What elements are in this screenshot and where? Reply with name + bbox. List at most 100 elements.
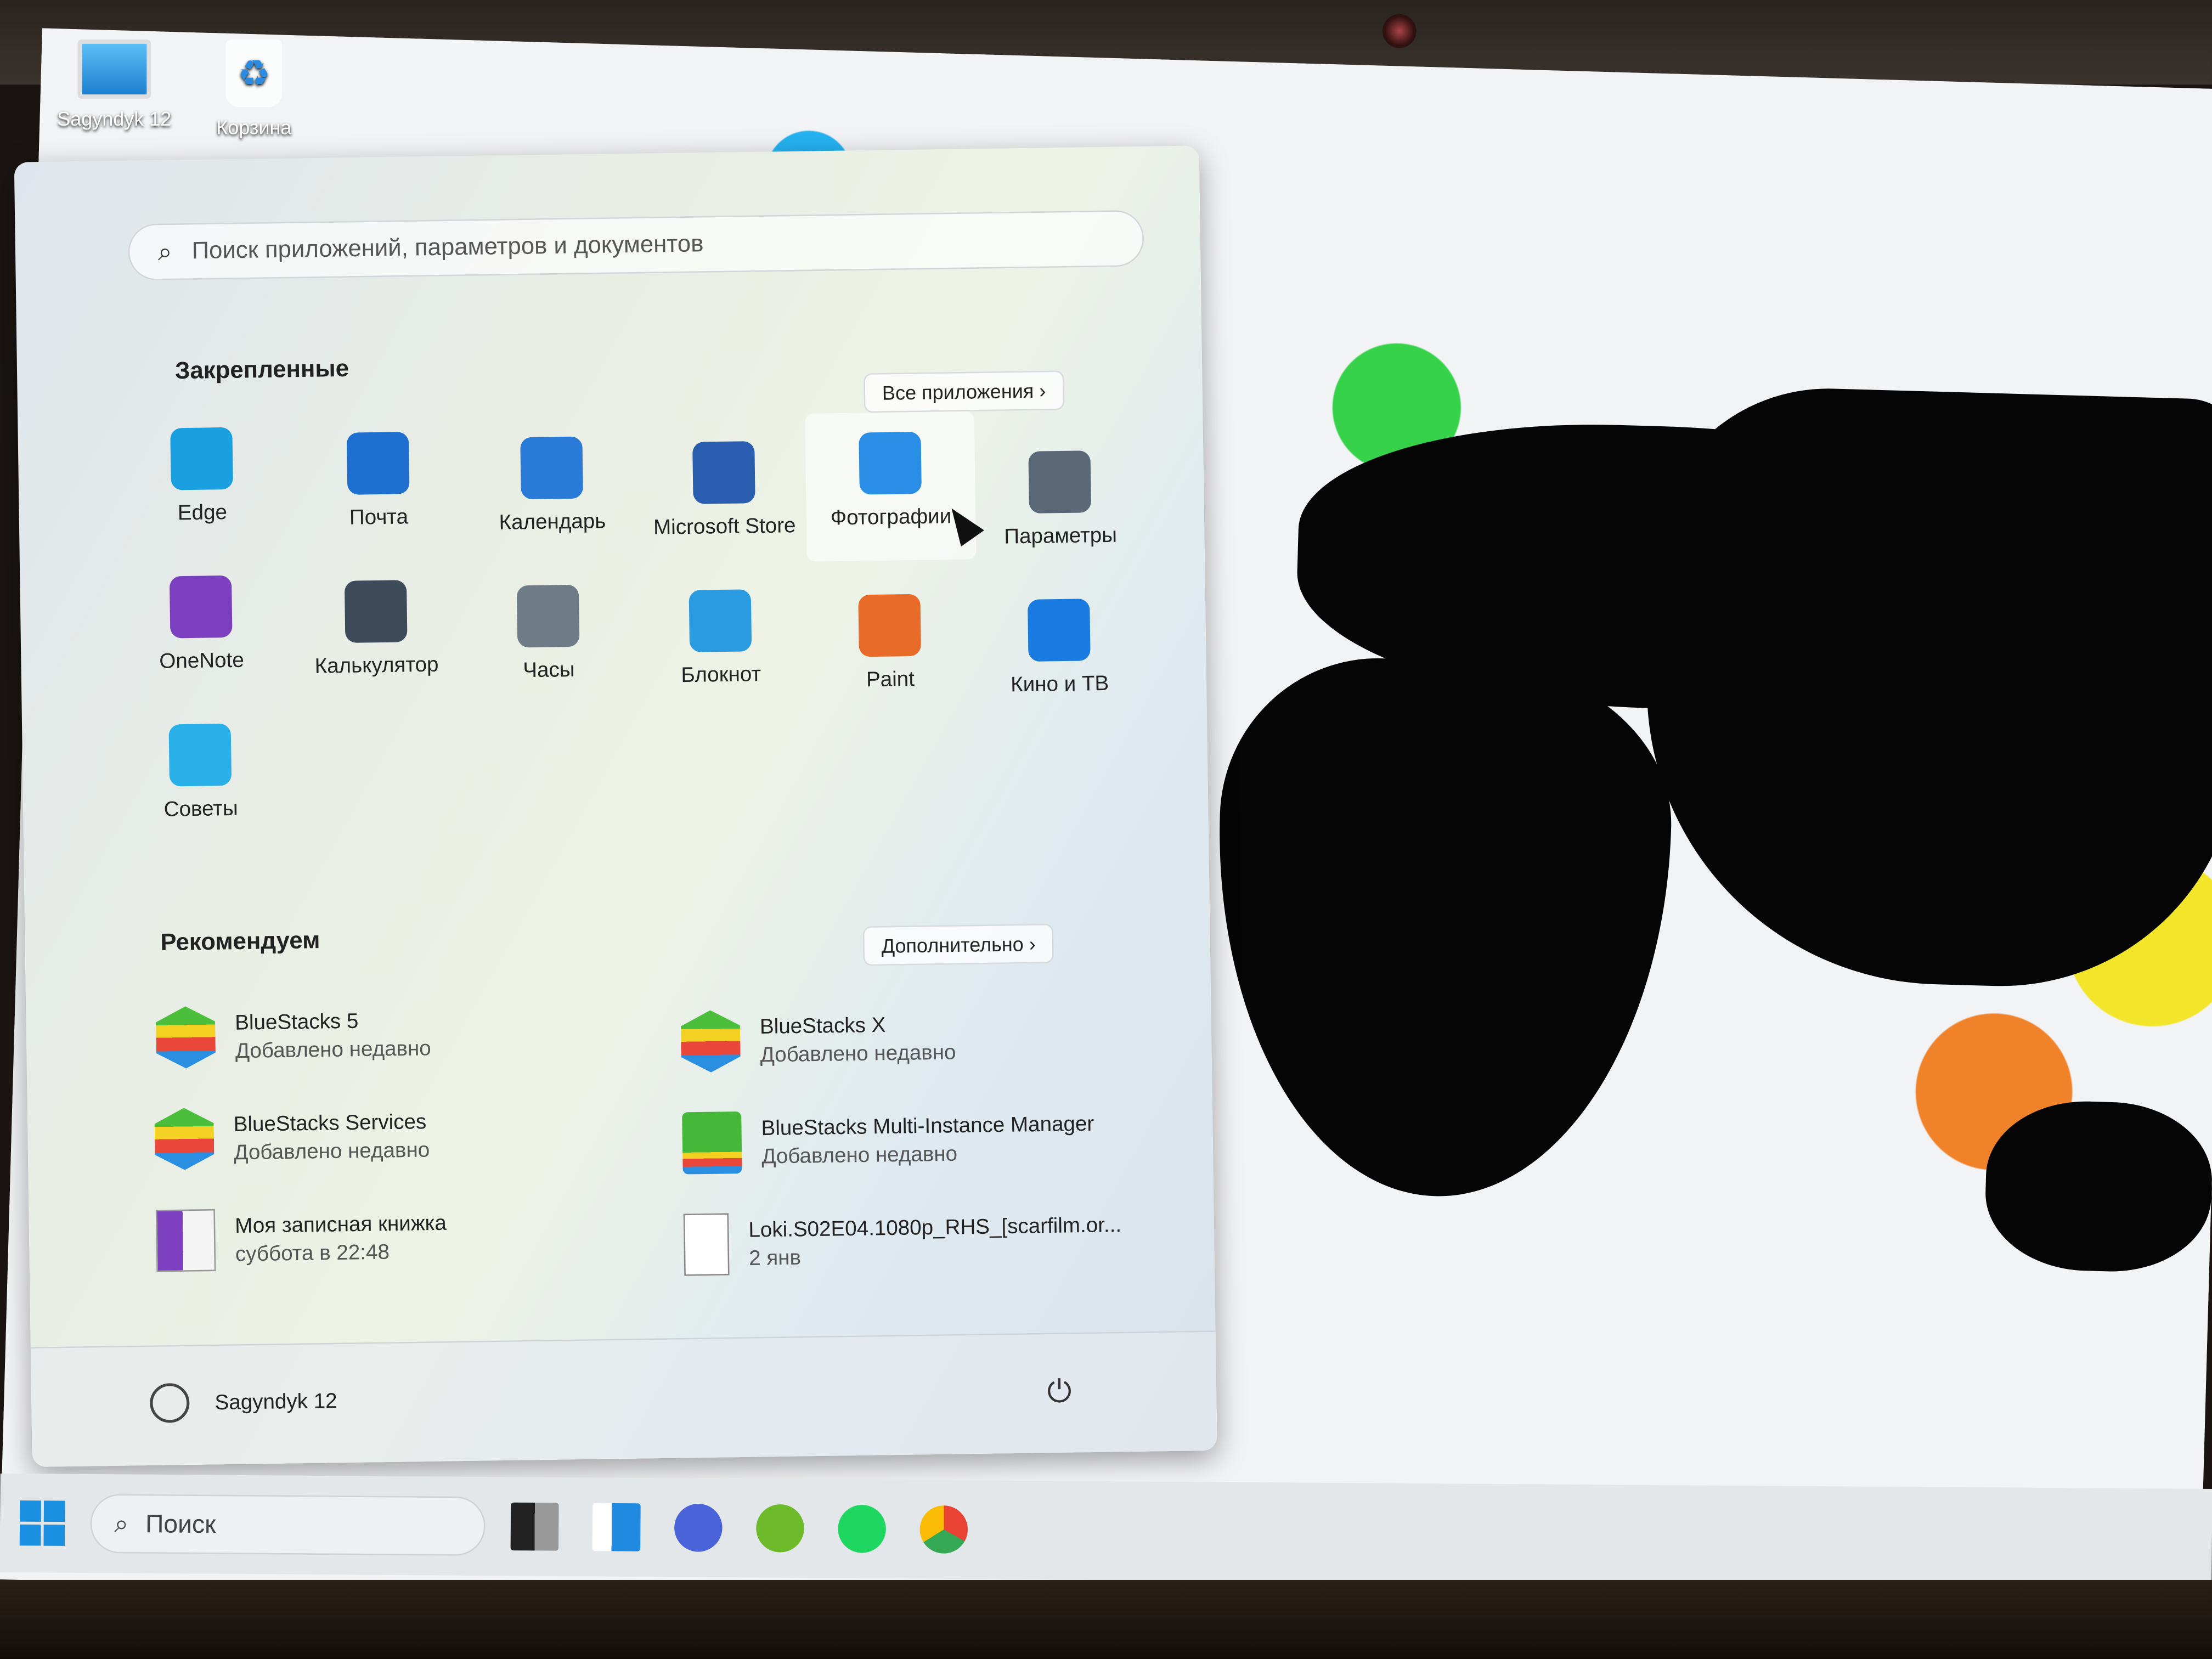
edge-icon xyxy=(170,427,233,490)
start-search-input[interactable]: ⌕ Поиск приложений, параметров и докумен… xyxy=(128,210,1144,281)
pinned-app-label: Календарь xyxy=(499,509,606,535)
recommended-item[interactable]: BlueStacks 5 Добавлено недавно xyxy=(156,1003,431,1069)
pinned-app-label: Советы xyxy=(163,797,238,822)
laptop-bezel-bottom xyxy=(0,1579,2212,1659)
more-label: Дополнительно xyxy=(881,932,1024,957)
recommended-item-subtitle: Добавлено недавно xyxy=(235,1036,432,1063)
task-view-icon[interactable] xyxy=(510,1502,559,1551)
utorrent-icon[interactable] xyxy=(755,1504,805,1553)
pinned-app-movies-tv[interactable]: Кино и ТВ xyxy=(974,598,1144,698)
recommended-item[interactable]: Loki.S02E04.1080p_RHS_[scarfilm.or... 2 я… xyxy=(683,1207,1122,1276)
pinned-app-calculator[interactable]: Калькулятор xyxy=(291,579,461,679)
teams-chat-icon[interactable] xyxy=(674,1503,723,1552)
desktop-icon-label: Sagyndyk 12 xyxy=(57,107,172,130)
pinned-app-label: Фотографии xyxy=(830,504,952,531)
desktop-icon-recycle-bin[interactable]: ♻ Корзина xyxy=(198,39,311,138)
bluestacks-multi-icon xyxy=(682,1111,742,1175)
chevron-right-icon: › xyxy=(1039,379,1046,402)
pinned-app-tips[interactable]: Советы xyxy=(115,723,286,822)
recommended-item-subtitle: суббота в 22:48 xyxy=(235,1239,390,1266)
recycle-bin-icon: ♻ xyxy=(225,39,283,108)
desktop-icon-label: Корзина xyxy=(216,115,292,138)
calculator-icon xyxy=(344,580,408,643)
recommended-item-name: Loki.S02E04.1080p_RHS_[scarfilm.or... xyxy=(748,1212,1122,1242)
windows-start-button[interactable] xyxy=(19,1500,65,1546)
pinned-app-label: Параметры xyxy=(1004,523,1118,549)
pinned-app-store[interactable]: Microsoft Store xyxy=(639,441,809,540)
taskbar-search-input[interactable]: ⌕ Поиск xyxy=(90,1494,486,1556)
monitor-icon xyxy=(77,39,151,99)
pinned-app-paint[interactable]: Paint xyxy=(805,593,975,693)
pinned-title: Закрепленные xyxy=(174,355,349,385)
recommended-item-subtitle: 2 янв xyxy=(748,1245,802,1271)
wallpaper-map-australia xyxy=(1983,1098,2212,1274)
pinned-app-photos[interactable]: Фотографии xyxy=(805,411,977,562)
user-name: Sagyndyk 12 xyxy=(215,1389,337,1415)
all-apps-button[interactable]: Все приложения › xyxy=(864,370,1065,413)
pinned-app-label: Калькулятор xyxy=(314,653,439,679)
clock-icon xyxy=(516,584,580,648)
file-icon xyxy=(683,1213,730,1276)
pinned-app-notepad[interactable]: Блокнот xyxy=(635,589,806,689)
mail-icon xyxy=(346,432,410,495)
pinned-app-label: Edge xyxy=(177,500,228,526)
pinned-app-onenote[interactable]: OneNote xyxy=(116,574,286,674)
recommended-item-name: BlueStacks Services xyxy=(233,1109,427,1136)
recommended-item-subtitle: Добавлено недавно xyxy=(760,1040,956,1067)
desktop-icon-this-pc[interactable]: Sagyndyk 12 xyxy=(51,39,178,130)
search-icon: ⌕ xyxy=(157,236,173,266)
all-apps-label: Все приложения xyxy=(882,379,1034,404)
onenote-icon xyxy=(169,575,233,639)
gear-icon xyxy=(1028,450,1092,514)
pinned-app-label: OneNote xyxy=(159,648,245,674)
more-button[interactable]: Дополнительно › xyxy=(862,923,1054,966)
paint-icon xyxy=(858,594,921,657)
pinned-app-edge[interactable]: Edge xyxy=(117,426,287,526)
recommended-item[interactable]: BlueStacks Multi-Instance Manager Добавле… xyxy=(682,1107,1094,1175)
pinned-app-calendar[interactable]: Календарь xyxy=(467,436,637,535)
recommended-title: Рекомендуем xyxy=(160,927,320,956)
recommended-item-name: BlueStacks 5 xyxy=(234,1008,359,1035)
taskbar: ⌕ Поиск xyxy=(0,1473,2212,1588)
recommended-item-subtitle: Добавлено недавно xyxy=(761,1141,958,1169)
pinned-app-label: Почта xyxy=(349,505,409,531)
user-account-button[interactable]: Sagyndyk 12 xyxy=(149,1381,337,1423)
search-icon: ⌕ xyxy=(114,1509,129,1537)
pinned-app-gear[interactable]: Параметры xyxy=(975,450,1146,550)
tips-icon xyxy=(168,723,232,787)
recommended-item-name: BlueStacks X xyxy=(759,1013,886,1039)
pinned-app-label: Paint xyxy=(866,667,915,692)
webcam xyxy=(1382,14,1417,48)
widgets-icon[interactable] xyxy=(592,1503,641,1551)
pinned-app-label: Блокнот xyxy=(681,662,761,688)
pinned-app-label: Microsoft Store xyxy=(653,514,796,540)
start-menu: ⌕ Поиск приложений, параметров и докумен… xyxy=(14,145,1217,1468)
bluestacks-icon xyxy=(681,1010,741,1073)
recommended-item-name: BlueStacks Multi-Instance Manager xyxy=(761,1111,1094,1141)
movies-tv-icon xyxy=(1028,599,1091,662)
power-icon[interactable]: ⏻ xyxy=(1047,1374,1072,1410)
start-footer: Sagyndyk 12 ⏻ xyxy=(30,1330,1217,1468)
search-placeholder: Поиск приложений, параметров и документо… xyxy=(191,230,704,264)
recommended-item[interactable]: BlueStacks X Добавлено недавно xyxy=(681,1007,956,1073)
recommended-item[interactable]: Моя записная книжка суббота в 22:48 xyxy=(155,1206,447,1272)
notepad-icon xyxy=(689,589,752,652)
pinned-app-label: Часы xyxy=(523,658,575,683)
bluestacks-icon xyxy=(156,1006,216,1069)
calendar-icon xyxy=(520,436,583,500)
recommended-item-subtitle: Добавлено недавно xyxy=(234,1137,430,1165)
recommended-item[interactable]: BlueStacks Services Добавлено недавно xyxy=(154,1104,430,1170)
taskbar-search-label: Поиск xyxy=(145,1509,216,1538)
store-icon xyxy=(692,441,755,504)
pinned-app-clock[interactable]: Часы xyxy=(463,584,634,684)
user-icon xyxy=(149,1383,190,1423)
pinned-app-mail[interactable]: Почта xyxy=(293,431,464,531)
chevron-right-icon: › xyxy=(1029,932,1036,955)
recommended-item-name: Моя записная книжка xyxy=(234,1211,447,1238)
onenote-file-icon xyxy=(155,1209,216,1272)
spotify-icon[interactable] xyxy=(838,1504,887,1553)
photos-icon xyxy=(859,431,922,495)
bluestacks-icon xyxy=(154,1108,215,1171)
chrome-icon[interactable] xyxy=(919,1505,968,1554)
pinned-app-label: Кино и ТВ xyxy=(1010,672,1109,697)
